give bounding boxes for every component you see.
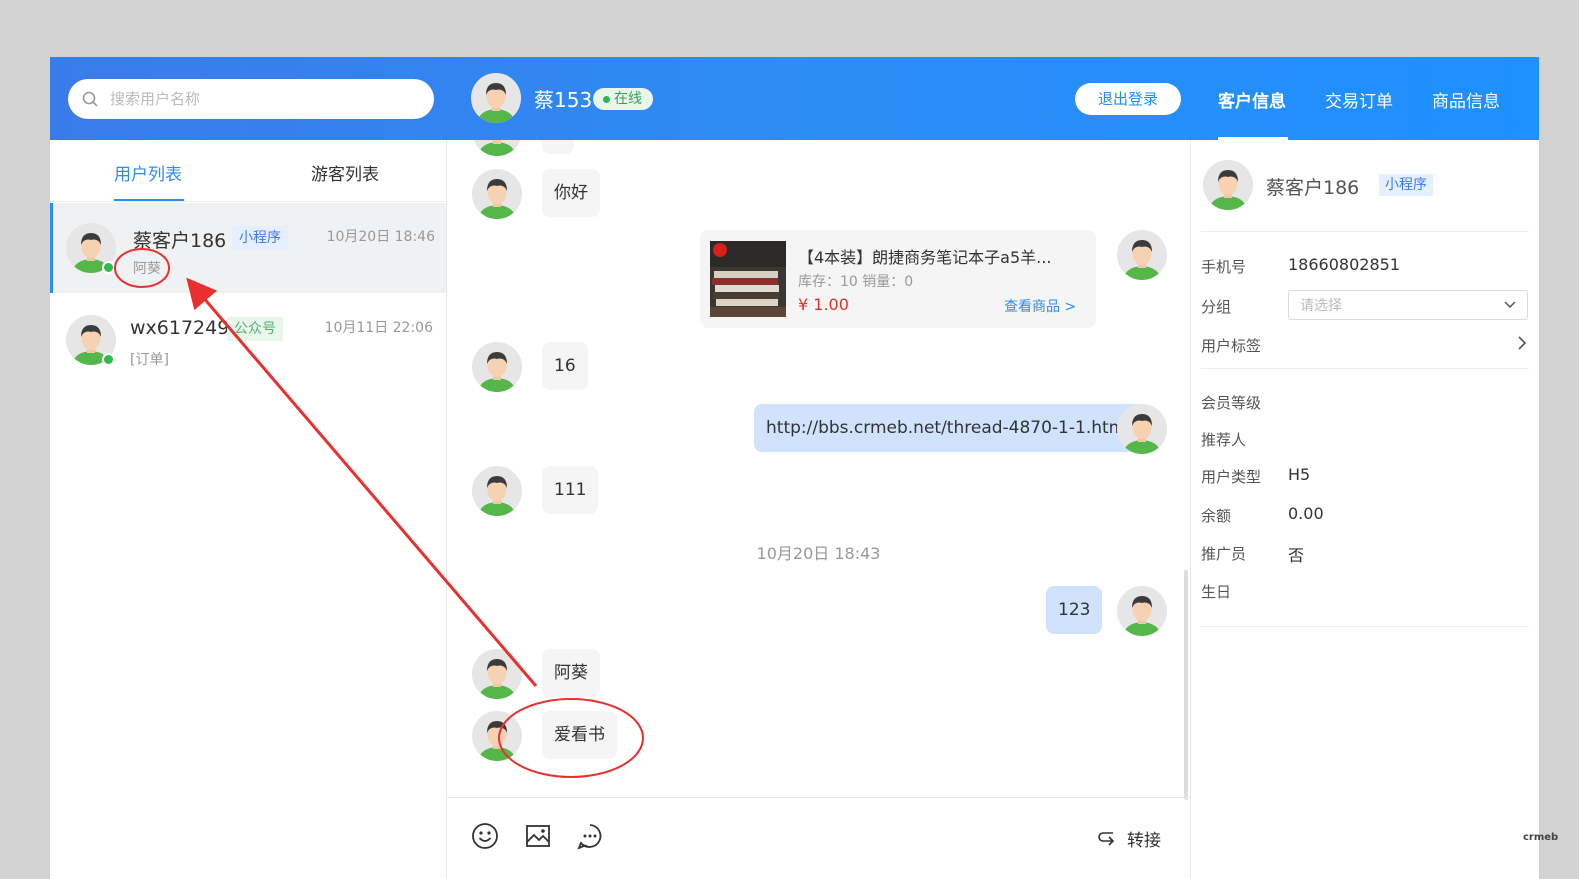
phone-value: 18660802851	[1288, 255, 1400, 274]
phone-label: 手机号	[1201, 258, 1247, 276]
avatar	[472, 140, 522, 156]
avatar	[1117, 404, 1167, 454]
message-bubble: 阿葵	[542, 649, 600, 697]
user-list-item[interactable]: 蔡客户186 小程序 10月20日 18:46 阿葵	[50, 203, 447, 293]
promoter-label: 推广员	[1201, 545, 1247, 563]
message-bubble: 你好	[542, 169, 600, 217]
status-text: 在线	[614, 91, 642, 107]
balance-label: 余额	[1201, 507, 1232, 525]
divider	[50, 201, 446, 202]
transfer-icon[interactable]	[1097, 829, 1117, 849]
online-dot-icon	[102, 261, 115, 274]
balance-value: 0.00	[1288, 504, 1324, 523]
last-message-time: 10月11日 22:06	[324, 320, 433, 336]
transfer-button[interactable]: 转接	[1127, 826, 1161, 851]
product-thumbnail	[710, 241, 786, 317]
chevron-right-icon[interactable]	[1516, 335, 1528, 351]
tab-user-list[interactable]: 用户列表	[114, 160, 182, 185]
avatar	[472, 466, 522, 516]
avatar	[472, 169, 522, 219]
search-icon	[82, 91, 98, 107]
customer-source-tag: 小程序	[1379, 174, 1433, 196]
message-bubble: 111	[542, 466, 599, 514]
current-user-avatar	[471, 73, 521, 123]
tab-orders[interactable]: 交易订单	[1325, 87, 1393, 112]
search-box[interactable]	[68, 79, 434, 119]
online-dot-icon	[603, 95, 610, 103]
customer-name: 蔡客户186	[1266, 177, 1360, 199]
last-message: [订单]	[130, 352, 169, 368]
user-type-label: 用户类型	[1201, 468, 1262, 486]
user-source-tag: 公众号	[227, 317, 283, 341]
product-title: 【4本装】朗捷商务笔记本子a5羊...	[798, 248, 1052, 267]
avatar	[1117, 586, 1167, 636]
group-select[interactable]: 请选择	[1288, 290, 1528, 320]
status-badge: 在线	[593, 88, 653, 110]
divider	[447, 797, 1190, 798]
online-dot-icon	[102, 353, 115, 366]
user-type-value: H5	[1288, 465, 1311, 484]
current-user-name: 蔡153	[534, 88, 593, 112]
message-bubble: 123	[1046, 586, 1103, 634]
divider	[1201, 626, 1529, 627]
tab-products[interactable]: 商品信息	[1432, 87, 1500, 112]
member-level-label: 会员等级	[1201, 394, 1262, 412]
avatar	[472, 711, 522, 761]
top-bar: 蔡153 在线 退出登录 客户信息 交易订单 商品信息	[50, 57, 1539, 140]
user-source-tag: 小程序	[232, 226, 288, 250]
chat-window: 蔡153 在线 退出登录 客户信息 交易订单 商品信息 用户列表 游客列表 蔡客…	[50, 57, 1539, 879]
user-tags-label[interactable]: 用户标签	[1201, 335, 1261, 356]
user-name: 蔡客户186	[133, 230, 227, 252]
last-message: 阿葵	[133, 261, 161, 277]
tab-customer-info[interactable]: 客户信息	[1218, 87, 1286, 112]
tab-guest-list[interactable]: 游客列表	[311, 160, 379, 185]
chat-timestamp: 10月20日 18:43	[756, 544, 881, 563]
search-input[interactable]	[108, 89, 412, 109]
user-list-item[interactable]: wx617249 公众号 10月11日 22:06 [订单]	[50, 295, 444, 385]
referrer-label: 推荐人	[1201, 431, 1247, 449]
message-bubble[interactable]: http://bbs.crmeb.net/thread-4870-1-1.htm…	[754, 404, 1142, 452]
customer-info-panel: 蔡客户186 小程序 手机号 18660802851 分组 请选择 用户标签 会…	[1191, 140, 1539, 879]
quick-reply-icon[interactable]	[576, 822, 604, 850]
message-bubble: 爱看书	[542, 711, 617, 759]
product-card[interactable]: 【4本装】朗捷商务笔记本子a5羊... 库存：10 销量：0 ¥ 1.00 查看…	[700, 230, 1096, 328]
corner-logo: crmeb	[1523, 832, 1559, 843]
view-product-link[interactable]: 查看商品 >	[1004, 296, 1076, 316]
avatar	[1117, 230, 1167, 280]
divider	[1201, 231, 1529, 232]
message-bubble	[542, 140, 574, 154]
chevron-down-icon	[1504, 301, 1516, 309]
user-name: wx617249	[130, 317, 230, 339]
product-stock: 库存：10 销量：0	[798, 274, 914, 290]
avatar	[472, 342, 522, 392]
chat-scrollbar[interactable]	[1184, 570, 1188, 800]
product-price: ¥ 1.00	[798, 295, 849, 314]
logout-button[interactable]: 退出登录	[1075, 83, 1181, 115]
message-bubble: 16	[542, 342, 588, 390]
birthday-label: 生日	[1201, 583, 1232, 601]
last-message-time: 10月20日 18:46	[326, 229, 435, 245]
group-select-placeholder: 请选择	[1300, 298, 1342, 314]
promoter-value: 否	[1288, 546, 1305, 565]
emoji-icon[interactable]	[471, 822, 499, 850]
divider	[1201, 368, 1529, 369]
chat-panel: 你好 【4本装】朗捷商务笔记本子a5羊... 库存：10 销量：0 ¥ 1.00…	[447, 140, 1190, 879]
image-icon[interactable]	[524, 822, 552, 850]
avatar	[472, 649, 522, 699]
customer-avatar	[1203, 160, 1253, 210]
user-list-panel: 用户列表 游客列表 蔡客户186 小程序 10月20日 18:46 阿葵 wx6…	[50, 140, 447, 879]
group-label: 分组	[1201, 298, 1232, 316]
